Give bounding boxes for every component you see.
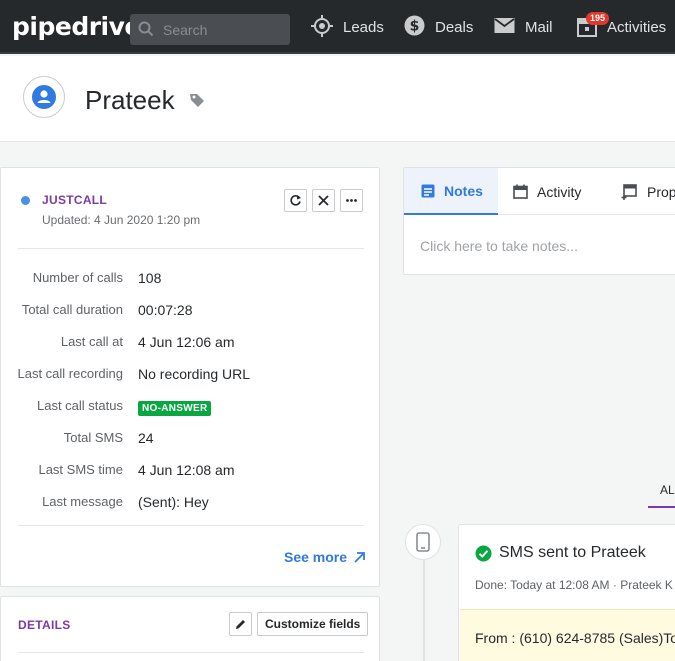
person-icon — [32, 85, 56, 109]
pipedrive-logo[interactable]: pipedrive — [12, 12, 141, 41]
calendar-add-icon — [621, 184, 637, 200]
field-label: Last SMS time — [38, 462, 123, 477]
tab-notes[interactable]: Notes — [404, 168, 498, 215]
field-label: Last call status — [37, 398, 123, 413]
composer-tabs: Notes Activity Prop — [404, 168, 675, 215]
field-value: 4 Jun 12:06 am — [138, 334, 235, 350]
field-row: Last call status NO-ANSWER — [1, 398, 381, 418]
notes-input[interactable]: Click here to take notes... — [420, 238, 578, 254]
check-circle-icon — [475, 545, 492, 562]
dollar-icon: $ — [404, 15, 425, 36]
field-row: Last call at 4 Jun 12:06 am — [1, 334, 381, 354]
search-icon — [138, 21, 154, 37]
composer-panel: Notes Activity Prop Click here to take n… — [403, 167, 675, 275]
see-more-label: See more — [284, 549, 348, 565]
details-panel: DETAILS Customize fields — [0, 596, 380, 661]
nav-deals-label: Deals — [435, 19, 474, 36]
field-value: No recording URL — [138, 366, 251, 382]
nav-mail-label: Mail — [525, 19, 553, 36]
tab-notes-label: Notes — [444, 182, 483, 199]
nav-deals[interactable]: $ Deals — [404, 15, 474, 44]
tab-proposal-label: Prop — [647, 183, 675, 200]
divider — [18, 248, 364, 249]
more-options-button[interactable] — [340, 189, 363, 212]
field-value: 4 Jun 12:08 am — [138, 462, 235, 478]
panel-title: DETAILS — [18, 618, 71, 632]
tag-icon[interactable] — [189, 92, 205, 108]
field-row: Last message (Sent): Hey — [1, 494, 381, 514]
nav-leads[interactable]: Leads — [311, 15, 384, 44]
updated-timestamp: Updated: 4 Jun 2020 1:20 pm — [42, 213, 201, 227]
edit-button[interactable] — [229, 612, 252, 636]
disconnect-button[interactable] — [312, 189, 335, 212]
top-navigation-bar: pipedrive Search Leads $ Deals Mail 195 … — [0, 0, 675, 54]
divider — [18, 525, 364, 526]
tab-proposal[interactable]: Prop — [621, 168, 675, 215]
phone-icon — [416, 532, 430, 552]
nav-activities[interactable]: 195 Activities — [577, 12, 667, 44]
field-label: Total SMS — [63, 430, 123, 445]
mail-icon — [494, 18, 515, 33]
field-row: Last call recording No recording URL — [1, 366, 381, 386]
field-value: 108 — [138, 270, 162, 286]
field-value: 00:07:28 — [138, 302, 193, 318]
field-value: 24 — [138, 430, 154, 446]
justcall-panel: JUSTCALL Updated: 4 Jun 2020 1:20 pm Num… — [0, 167, 380, 587]
nav-mail[interactable]: Mail — [494, 16, 553, 44]
field-row: Total SMS 24 — [1, 430, 381, 450]
customize-fields-button[interactable]: Customize fields — [257, 612, 369, 636]
field-row: Total call duration 00:07:28 — [1, 302, 381, 322]
field-label: Last message — [42, 494, 123, 509]
timeline-node — [405, 524, 441, 560]
page-title: Prateek — [85, 85, 175, 115]
field-label: Last call recording — [17, 366, 124, 381]
person-header: Prateek — [0, 56, 675, 142]
field-row: Number of calls 108 — [1, 270, 381, 290]
external-arrow-icon — [354, 551, 365, 563]
divider — [18, 652, 364, 653]
target-icon — [311, 15, 333, 37]
timeline-item[interactable]: SMS sent to Prateek Done: Today at 12:08… — [458, 524, 675, 661]
field-row: Last SMS time 4 Jun 12:08 am — [1, 462, 381, 482]
search-placeholder: Search — [163, 22, 208, 38]
message-body: From : (610) 624-8785 (Sales)To : — [475, 630, 675, 646]
tab-activity[interactable]: Activity — [513, 168, 581, 215]
activities-count-badge: 195 — [586, 12, 610, 25]
more-icon — [346, 199, 357, 202]
field-value: (Sent): Hey — [138, 494, 209, 510]
field-label: Total call duration — [21, 302, 123, 317]
justcall-icon — [21, 196, 30, 205]
timeline-filter-all[interactable]: ALI — [660, 483, 675, 497]
status-badge: NO-ANSWER — [138, 401, 212, 416]
timeline-line — [423, 560, 425, 661]
refresh-button[interactable] — [284, 189, 307, 212]
svg-text:$: $ — [410, 19, 420, 35]
note-icon — [421, 184, 435, 197]
field-label: Last call at — [60, 334, 123, 349]
active-filter-indicator — [648, 506, 675, 508]
avatar[interactable] — [23, 76, 65, 118]
call-status-badge-wrap: NO-ANSWER — [138, 398, 212, 416]
timeline-item-meta: Done: Today at 12:08 AM · Prateek K — [475, 578, 673, 592]
panel-title: JUSTCALL — [42, 193, 108, 207]
see-more-link[interactable]: See more — [284, 549, 366, 565]
refresh-icon — [290, 195, 301, 206]
field-label: Number of calls — [32, 270, 123, 285]
search-input[interactable]: Search — [130, 14, 290, 45]
close-icon — [318, 195, 329, 206]
timeline-item-title: SMS sent to Prateek — [499, 544, 646, 561]
nav-leads-label: Leads — [343, 19, 384, 36]
tab-activity-label: Activity — [537, 183, 582, 200]
pencil-icon — [236, 619, 245, 629]
calendar-icon — [513, 184, 528, 199]
nav-activities-label: Activities — [607, 19, 667, 36]
